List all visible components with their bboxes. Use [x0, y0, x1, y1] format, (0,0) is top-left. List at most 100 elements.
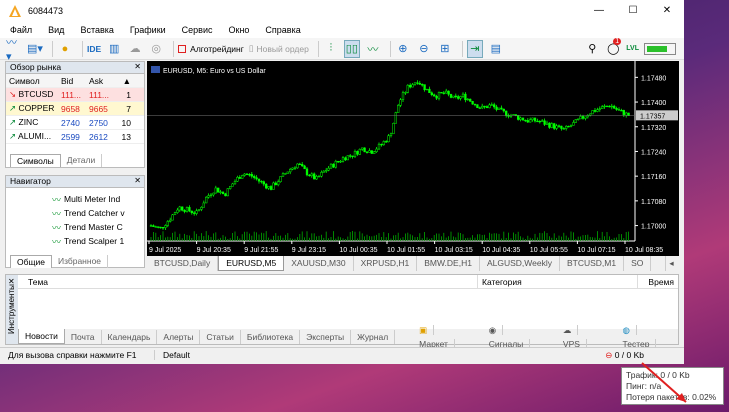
grid-icon[interactable]: ⊞ — [437, 40, 453, 58]
table-row[interactable]: ↘ BTCUSD 111... 111... 1 — [6, 88, 144, 102]
bar-chart-icon[interactable]: ⫶ — [323, 40, 339, 58]
chart-tab[interactable]: BTCUSD,M1 — [560, 256, 625, 271]
help-hint: Для вызова справки нажмите F1 — [0, 350, 155, 360]
chart-tab[interactable]: EURUSD,M5 — [218, 256, 285, 271]
cloud-icon[interactable]: ☁ — [127, 40, 143, 58]
col-topic[interactable]: Тема — [18, 275, 478, 288]
tab-news[interactable]: Новости — [18, 329, 65, 344]
level-badge[interactable]: LVL — [626, 40, 639, 58]
chart-tab[interactable]: XAUUSD,M30 — [284, 256, 354, 271]
col-bid[interactable]: Bid — [61, 76, 89, 86]
tab-articles[interactable]: Статьи — [200, 329, 241, 344]
menu-window[interactable]: Окно — [229, 25, 250, 35]
candle-body — [248, 174, 251, 176]
tab-journal[interactable]: Журнал — [351, 329, 396, 344]
algotrading-button[interactable]: Алготрейдинг — [178, 40, 244, 58]
candle-body — [293, 167, 297, 169]
maximize-button[interactable]: ☐ — [616, 0, 650, 22]
candle-body — [449, 94, 453, 98]
close-icon[interactable]: ✕ — [134, 62, 141, 71]
candle-body — [320, 172, 323, 177]
tab-calendar[interactable]: Календарь — [102, 329, 158, 344]
chart-tab[interactable]: BMW.DE,H1 — [417, 256, 480, 271]
tab-favorites[interactable]: Избранное — [52, 255, 109, 268]
chart-tab[interactable]: ALGUSD,Weekly — [480, 256, 560, 271]
candle-body — [370, 150, 373, 154]
x-tick-label: 10 Jul 03:15 — [435, 247, 473, 254]
tooltip-traffic: Трафик: 0 / 0 Kb — [626, 370, 690, 380]
menu-bar: Файл Вид Вставка Графики Сервис Окно Спр… — [0, 22, 684, 38]
new-order-button[interactable]: ▯ Новый ордер — [249, 40, 309, 58]
candle-body — [435, 95, 438, 99]
zoom-in-icon[interactable]: ⊕ — [395, 40, 411, 58]
chart-tab[interactable]: BTCUSD,Daily — [147, 256, 219, 271]
scroll-right-icon[interactable]: ▸ — [677, 256, 679, 271]
notifications-icon[interactable]: ◯ 1 — [605, 37, 622, 58]
row-symbol: ↗ ALUMI... — [6, 131, 61, 142]
candle-body — [406, 84, 409, 93]
x-tick-label: 9 Jul 23:15 — [292, 247, 326, 254]
spread-cell: 13 — [121, 131, 131, 142]
candle-body — [596, 109, 599, 112]
sort-up-icon[interactable]: ▲ — [117, 76, 131, 86]
list-item[interactable]: 〰 Trend Catcher v — [6, 206, 144, 220]
menu-help[interactable]: Справка — [265, 25, 300, 35]
candle-body — [459, 96, 462, 99]
menu-view[interactable]: Вид — [48, 25, 64, 35]
col-ask[interactable]: Ask — [89, 76, 117, 86]
bid-cell: 111... — [61, 89, 82, 100]
chart-type-icon[interactable]: 〰▾ — [6, 37, 22, 63]
candle-body — [538, 120, 541, 123]
candle-body — [361, 147, 364, 150]
candle-chart-icon[interactable]: ▯▯ — [343, 39, 360, 58]
chart-shift-icon[interactable]: ▤ — [488, 40, 504, 58]
candle-body — [562, 128, 565, 130]
zoom-out-icon[interactable]: ⊖ — [416, 40, 432, 58]
profiles-icon[interactable]: ▤▾ — [27, 40, 43, 58]
indicator-icon: 〰 — [52, 194, 62, 205]
candle-body — [428, 88, 431, 94]
network-icon[interactable]: ◎ — [148, 40, 164, 58]
list-item[interactable]: 〰 Trend Master C — [6, 220, 144, 234]
candle-body — [152, 225, 155, 227]
table-row[interactable]: ↗ COPPER 9658 9665 7 — [6, 102, 144, 116]
coin-icon[interactable]: ● — [57, 40, 73, 58]
list-item[interactable]: 〰 Trend Scalper 1 — [6, 234, 144, 248]
ide-button[interactable]: IDE — [87, 40, 101, 58]
minimize-button[interactable]: — — [582, 0, 616, 22]
col-category[interactable]: Категория — [478, 275, 638, 288]
line-chart-icon[interactable]: 〰 — [365, 40, 381, 58]
search-icon[interactable]: ⚲ — [584, 40, 600, 58]
col-time[interactable]: Время — [638, 275, 678, 288]
price-chart[interactable]: EURUSD, M5: Euro vs US Dollar 1.17480 1.17… — [147, 61, 679, 256]
connection-status[interactable]: ⊖ 0 / 0 Kb — [605, 350, 644, 361]
tab-mail[interactable]: Почта — [65, 329, 102, 344]
tab-library[interactable]: Библиотека — [241, 329, 301, 344]
scroll-left-icon[interactable]: ◂ — [666, 256, 676, 271]
navigator-tabs: Общие Избранное — [10, 255, 109, 268]
candle-body — [303, 165, 306, 170]
tab-alerts[interactable]: Алерты — [157, 329, 201, 344]
col-symbol[interactable]: Символ — [6, 76, 61, 86]
storage-icon[interactable]: ▥ — [106, 40, 122, 58]
tab-general[interactable]: Общие — [10, 255, 52, 268]
close-icon[interactable]: ✕ — [8, 277, 15, 286]
candle-body — [200, 207, 203, 210]
close-button[interactable]: ✕ — [650, 0, 684, 22]
menu-insert[interactable]: Вставка — [80, 25, 113, 35]
tab-experts[interactable]: Эксперты — [300, 329, 352, 344]
tab-details[interactable]: Детали — [61, 154, 103, 167]
menu-tools[interactable]: Сервис — [182, 25, 213, 35]
list-item[interactable]: 〰 Multi Meter Ind — [6, 192, 144, 206]
table-row[interactable]: ↗ ALUMI... 2599 2612 13 — [6, 130, 144, 144]
menu-charts[interactable]: Графики — [130, 25, 166, 35]
candle-body — [164, 225, 167, 228]
chart-tab[interactable]: SO — [624, 256, 652, 271]
table-row[interactable]: ↗ ZINC 2740 2750 10 — [6, 116, 144, 130]
chart-tab[interactable]: XRPUSD,H1 — [354, 256, 418, 271]
tab-symbols[interactable]: Символы — [10, 154, 61, 167]
autoscroll-icon[interactable]: ⇥ — [466, 39, 483, 58]
candle-body — [584, 116, 587, 119]
candle-body — [296, 163, 299, 169]
close-icon[interactable]: ✕ — [134, 176, 141, 185]
